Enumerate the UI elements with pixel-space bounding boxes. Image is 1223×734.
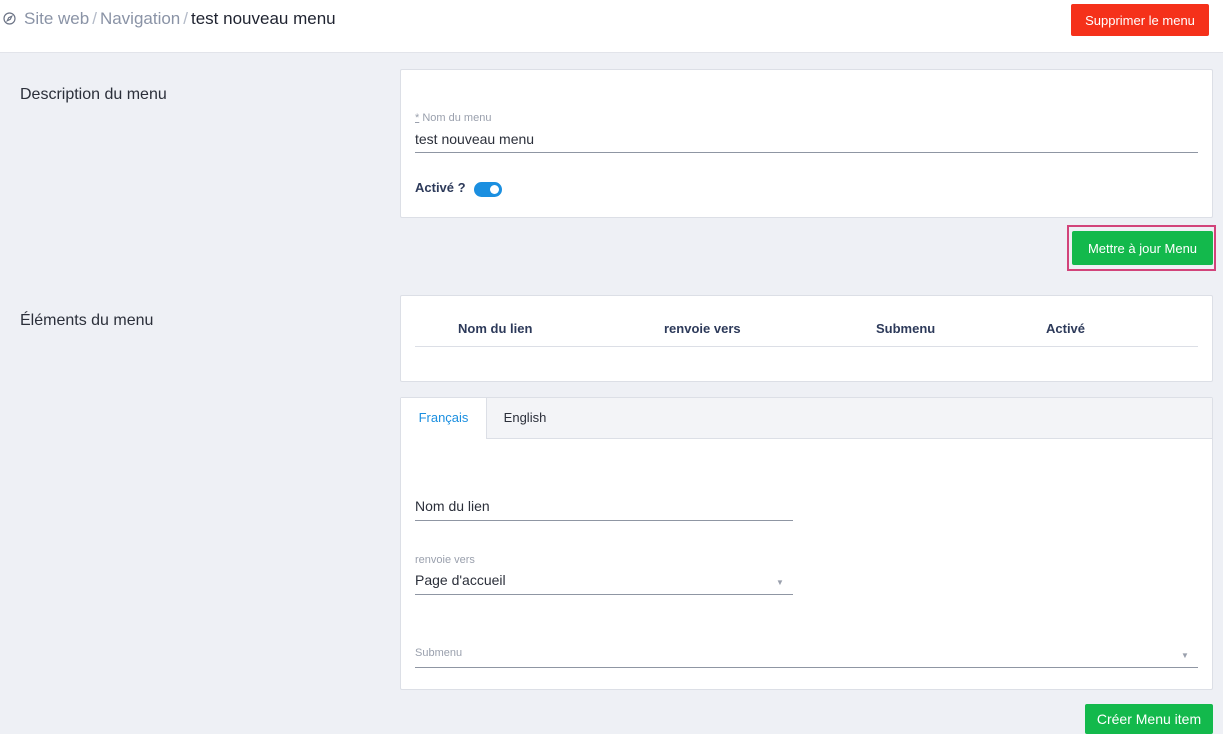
- target-label: renvoie vers: [415, 554, 475, 566]
- update-menu-button[interactable]: Mettre à jour Menu: [1072, 231, 1213, 265]
- menu-description-card: * Nom du menu test nouveau menu Activé ?: [400, 69, 1213, 218]
- link-name-underline: [415, 520, 793, 521]
- column-header-target: renvoie vers: [664, 321, 741, 336]
- required-marker: *: [415, 112, 420, 124]
- tab-english[interactable]: English: [487, 398, 563, 438]
- menu-item-form: Français English Nom du lien renvoie ver…: [400, 397, 1213, 690]
- description-section-title: Description du menu: [20, 86, 167, 103]
- toggle-knob: [490, 185, 499, 194]
- target-caret-icon[interactable]: ▼: [776, 578, 784, 587]
- link-name-input[interactable]: Nom du lien: [415, 498, 490, 514]
- active-label: Activé ?: [415, 180, 466, 195]
- breadcrumb-navigation[interactable]: Navigation: [100, 9, 180, 28]
- breadcrumb-separator: /: [183, 9, 188, 28]
- menu-items-table: Nom du lien renvoie vers Submenu Activé: [400, 295, 1213, 382]
- compass-icon: [3, 10, 16, 25]
- column-header-active: Activé: [1046, 321, 1086, 336]
- menu-name-label: * Nom du menu: [415, 112, 492, 124]
- column-header-submenu: Submenu: [876, 321, 936, 336]
- top-bar: Site web / Navigation / test nouveau menu Su…: [0, 0, 1223, 53]
- create-menu-item-button[interactable]: Créer Menu item: [1085, 704, 1213, 734]
- submenu-select[interactable]: Submenu: [415, 647, 462, 659]
- breadcrumb-separator: /: [92, 9, 97, 28]
- tab-francais[interactable]: Français: [401, 398, 487, 439]
- table-header-divider: [415, 346, 1198, 347]
- breadcrumb-site-web[interactable]: Site web: [24, 9, 89, 28]
- submenu-underline: [415, 667, 1198, 668]
- elements-section-title: Éléments du menu: [20, 312, 154, 329]
- submenu-caret-icon[interactable]: ▼: [1181, 651, 1189, 660]
- menu-name-underline: [415, 152, 1198, 153]
- breadcrumb-current: test nouveau menu: [191, 9, 336, 28]
- menu-name-field[interactable]: test nouveau menu: [415, 131, 534, 147]
- breadcrumb: Site web / Navigation / test nouveau menu: [3, 9, 336, 29]
- language-tabs: Français English: [401, 398, 1212, 439]
- target-underline: [415, 594, 793, 595]
- delete-menu-button[interactable]: Supprimer le menu: [1071, 4, 1209, 36]
- column-header-link-name: Nom du lien: [458, 321, 533, 336]
- active-toggle[interactable]: [474, 182, 502, 197]
- target-select[interactable]: Page d'accueil: [415, 572, 506, 588]
